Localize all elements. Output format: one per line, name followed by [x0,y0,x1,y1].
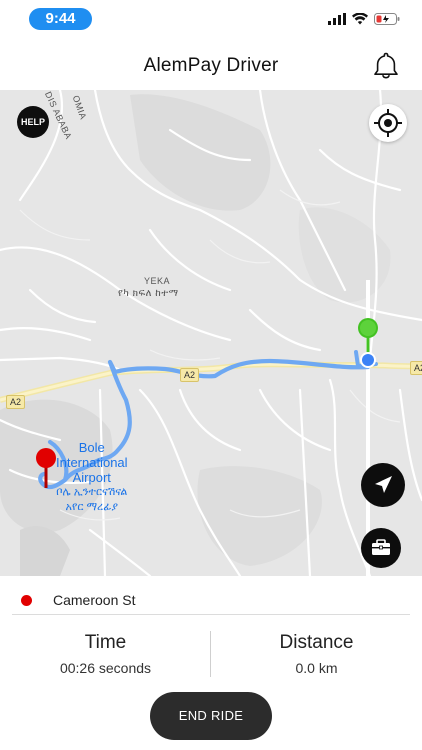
destination-row: Cameroon St [0,576,422,616]
recenter-button[interactable] [369,104,407,142]
status-icons [328,13,400,25]
help-button[interactable]: HELP [17,106,49,138]
destination-address: Cameroon St [53,592,136,608]
road-shield-a2-center: A2 [180,368,200,382]
map-label-yeka-amharic: የካ ክፍለ ከተማ [118,288,179,299]
map-label-airport: Bole International Airport ቦሌ ኢንተርናሽናል አ… [56,440,128,515]
trip-details-button[interactable] [361,528,401,568]
notifications-button[interactable] [370,50,402,82]
airport-name-line-1: Bole [78,440,105,455]
navigation-arrow-icon [375,476,392,493]
battery-low-icon [374,13,400,25]
airport-name-amharic-1: ቦሌ ኢንተርናሽናል [56,486,128,498]
map-view[interactable]: OMIA DIS ABABA YEKA የካ ክፍለ ከተማ A2 A2 A2 … [0,90,422,576]
distance-label: Distance [279,632,354,653]
wifi-icon [352,13,368,25]
page-title: AlemPay Driver [143,55,279,76]
airport-name-line-3: Airport [72,470,111,485]
time-stat: Time 00:26 seconds [0,632,211,676]
crosshair-icon [374,109,402,137]
status-bar: 9:44 [0,0,422,40]
road-shield-a2-right: A2 [410,361,422,375]
navigate-button[interactable] [361,463,405,507]
end-ride-button[interactable]: END RIDE [150,692,272,740]
signal-icon [328,13,346,25]
distance-stat: Distance 0.0 km [211,632,422,676]
app-header: AlemPay Driver [0,40,422,92]
road-shield-a2-left: A2 [6,395,26,409]
bell-icon [374,52,398,79]
time-label: Time [84,632,127,653]
map-label-yeka: YEKA [144,276,171,286]
briefcase-icon [372,539,390,555]
time-value: 00:26 seconds [59,660,152,676]
divider [12,614,410,615]
airport-name-line-2: International [56,455,128,470]
distance-value: 0.0 km [295,660,338,676]
airport-name-amharic-2: አየር ማረፊያ [65,501,119,513]
status-time: 9:44 [29,8,92,30]
destination-dot-icon [21,595,32,606]
